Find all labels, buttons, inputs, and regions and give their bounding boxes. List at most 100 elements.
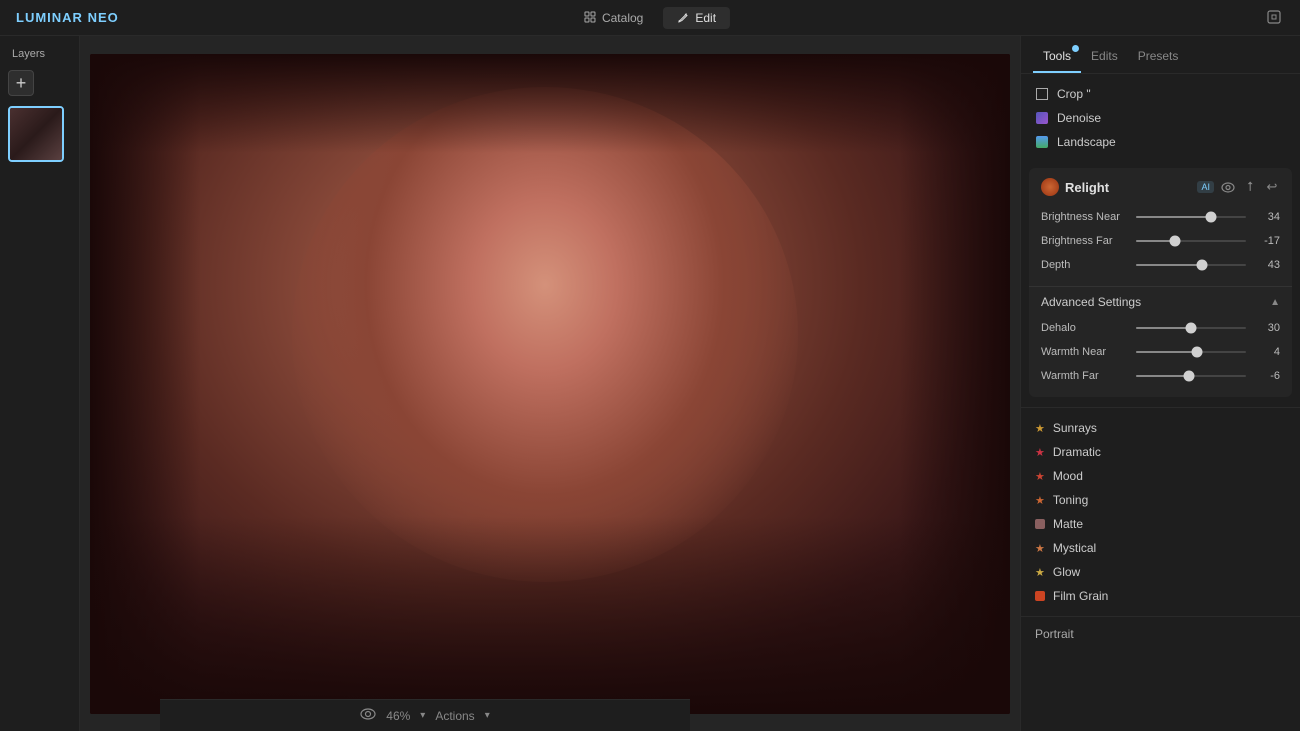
slider-brightness-near-thumb[interactable] [1205, 212, 1216, 223]
actions-chevron-icon[interactable]: ▾ [485, 710, 490, 721]
zoom-level[interactable]: 46% [386, 709, 410, 723]
slider-warmth-near-value: 4 [1252, 346, 1280, 358]
filter-matte[interactable]: Matte [1021, 512, 1300, 536]
slider-brightness-near-label: Brightness Near [1041, 211, 1136, 223]
nav-catalog[interactable]: Catalog [570, 7, 657, 29]
window-icon[interactable] [1266, 9, 1284, 27]
slider-warmth-far-label: Warmth Far [1041, 370, 1136, 382]
portrait-section-label: Portrait [1021, 621, 1300, 647]
filter-film-grain[interactable]: Film Grain [1021, 584, 1300, 608]
slider-dehalo-label: Dehalo [1041, 322, 1136, 334]
relight-title: Relight [1065, 180, 1191, 195]
top-nav: Catalog Edit [570, 7, 730, 29]
filter-glow[interactable]: ★ Glow [1021, 560, 1300, 584]
tool-landscape[interactable]: Landscape [1021, 130, 1300, 154]
filter-mood[interactable]: ★ Mood [1021, 464, 1300, 488]
slider-brightness-near-value: 34 [1252, 211, 1280, 223]
slider-warmth-near-label: Warmth Near [1041, 346, 1136, 358]
tab-presets[interactable]: Presets [1128, 41, 1189, 73]
tab-edits[interactable]: Edits [1081, 41, 1128, 73]
slider-depth-thumb[interactable] [1197, 260, 1208, 271]
relight-visibility-icon[interactable] [1220, 179, 1236, 195]
visibility-icon [360, 708, 376, 723]
right-panel: Tools Edits Presets Crop " Denoise Lan [1020, 36, 1300, 731]
filter-mystical[interactable]: ★ Mystical [1021, 536, 1300, 560]
slider-brightness-far-label: Brightness Far [1041, 235, 1136, 247]
relight-ai-badge: AI [1197, 181, 1214, 193]
filter-sunrays[interactable]: ★ Sunrays [1021, 416, 1300, 440]
photo-canvas [90, 54, 1010, 714]
layer-thumb-image [10, 108, 62, 160]
filter-separator [1021, 616, 1300, 617]
slider-warmth-near: Warmth Near 4 [1041, 345, 1280, 359]
relight-icon [1041, 178, 1059, 196]
slider-warmth-far-track[interactable] [1136, 369, 1246, 383]
slider-brightness-far-value: -17 [1252, 235, 1280, 247]
glow-icon: ★ [1035, 566, 1045, 579]
advanced-settings-header[interactable]: Advanced Settings ▲ [1029, 286, 1292, 317]
slider-dehalo-value: 30 [1252, 322, 1280, 334]
denoise-icon [1035, 111, 1049, 125]
matte-icon [1035, 519, 1045, 529]
topbar-right [1266, 9, 1284, 27]
relight-undo-icon[interactable]: ↩ [1264, 179, 1280, 195]
nav-edit[interactable]: Edit [663, 7, 730, 29]
app-logo: LUMINAR NEO [16, 10, 119, 25]
relight-header: Relight AI ⭡ ↩ [1029, 168, 1292, 206]
section-separator [1021, 407, 1300, 408]
slider-dehalo-track[interactable] [1136, 321, 1246, 335]
tool-denoise[interactable]: Denoise [1021, 106, 1300, 130]
relight-star-icon[interactable]: ⭡ [1242, 179, 1258, 195]
add-layer-button[interactable]: + [8, 70, 34, 96]
advanced-settings-sliders: Dehalo 30 Warmth Near [1029, 317, 1292, 397]
tools-badge [1072, 45, 1079, 52]
slider-depth-label: Depth [1041, 259, 1136, 271]
slider-warmth-far: Warmth Far -6 [1041, 369, 1280, 383]
tool-crop[interactable]: Crop " [1021, 82, 1300, 106]
sunrays-icon: ★ [1035, 422, 1045, 435]
advanced-settings-chevron-icon: ▲ [1270, 297, 1280, 308]
zoom-chevron-icon[interactable]: ▾ [420, 710, 425, 721]
tools-section: Crop " Denoise Landscape [1021, 74, 1300, 162]
slider-warmth-far-thumb[interactable] [1183, 371, 1194, 382]
edit-icon [677, 11, 690, 24]
relight-section: Relight AI ⭡ ↩ Brightness Near [1029, 168, 1292, 397]
filter-toning[interactable]: ★ Toning [1021, 488, 1300, 512]
mood-icon: ★ [1035, 470, 1045, 483]
filter-dramatic[interactable]: ★ Dramatic [1021, 440, 1300, 464]
slider-brightness-far-track[interactable] [1136, 234, 1246, 248]
layer-thumbnail[interactable] [8, 106, 64, 162]
main-layout: Layers + 46% ▾ Actions ▾ Tools [0, 36, 1300, 731]
relight-sliders: Brightness Near 34 Brightness Far [1029, 206, 1292, 286]
slider-brightness-near-track[interactable] [1136, 210, 1246, 224]
relight-header-icons: ⭡ ↩ [1220, 179, 1280, 195]
canvas-statusbar: 46% ▾ Actions ▾ [160, 699, 690, 731]
slider-warmth-near-track[interactable] [1136, 345, 1246, 359]
canvas-area: 46% ▾ Actions ▾ [80, 36, 1020, 731]
tab-tools[interactable]: Tools [1033, 41, 1081, 73]
film-grain-icon [1035, 591, 1045, 601]
slider-brightness-far: Brightness Far -17 [1041, 234, 1280, 248]
slider-depth-track[interactable] [1136, 258, 1246, 272]
layers-title: Layers [8, 48, 71, 60]
slider-dehalo: Dehalo 30 [1041, 321, 1280, 335]
catalog-icon [584, 11, 597, 24]
mystical-icon: ★ [1035, 542, 1045, 555]
left-panel: Layers + [0, 36, 80, 731]
advanced-settings-label: Advanced Settings [1041, 295, 1270, 309]
slider-warmth-far-value: -6 [1252, 370, 1280, 382]
topbar: LUMINAR NEO Catalog Edit [0, 0, 1300, 36]
dramatic-icon: ★ [1035, 446, 1045, 459]
crop-icon [1035, 87, 1049, 101]
photo-image [90, 54, 1010, 714]
slider-depth: Depth 43 [1041, 258, 1280, 272]
slider-brightness-near: Brightness Near 34 [1041, 210, 1280, 224]
slider-dehalo-thumb[interactable] [1186, 323, 1197, 334]
slider-brightness-far-thumb[interactable] [1169, 236, 1180, 247]
actions-label[interactable]: Actions [435, 709, 474, 723]
landscape-icon [1035, 135, 1049, 149]
slider-depth-value: 43 [1252, 259, 1280, 271]
toning-icon: ★ [1035, 494, 1045, 507]
panel-tabs: Tools Edits Presets [1021, 36, 1300, 74]
slider-warmth-near-thumb[interactable] [1191, 347, 1202, 358]
